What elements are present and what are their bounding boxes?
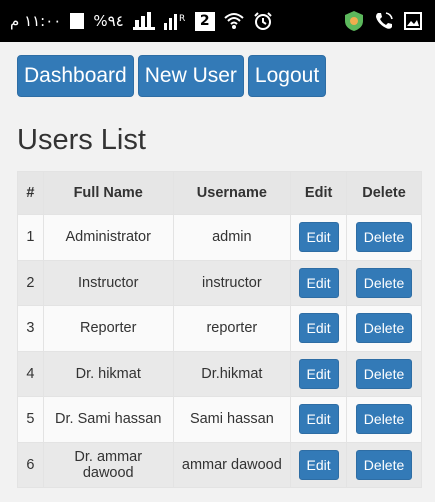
table-row: 5 Dr. Sami hassan Sami hassan Edit Delet… — [17, 396, 422, 443]
header-edit: Edit — [290, 171, 348, 215]
row-number: 3 — [17, 305, 44, 352]
dashboard-button[interactable]: Dashboard — [17, 55, 134, 97]
row-edit-cell: Edit — [290, 441, 348, 488]
row-edit-cell: Edit — [290, 305, 348, 352]
row-edit-cell: Edit — [290, 396, 348, 443]
status-bar-right — [343, 10, 423, 32]
row-full-name: Dr. Sami hassan — [42, 396, 174, 443]
edit-button[interactable]: Edit — [298, 267, 339, 298]
sim-icon: 2 — [194, 11, 215, 31]
delete-button[interactable]: Delete — [355, 358, 413, 389]
alarm-icon — [253, 11, 273, 31]
signal-bars-icon — [132, 11, 155, 31]
row-edit-cell: Edit — [290, 259, 348, 306]
svg-text:R: R — [179, 14, 185, 24]
row-delete-cell: Delete — [346, 305, 422, 352]
row-delete-cell: Delete — [346, 441, 422, 488]
row-number: 6 — [17, 441, 44, 488]
gallery-icon — [403, 11, 423, 31]
edit-button[interactable]: Edit — [298, 222, 339, 253]
row-username: reporter — [172, 305, 292, 352]
header-number: # — [17, 171, 44, 215]
row-number: 5 — [17, 396, 44, 443]
edit-button[interactable]: Edit — [298, 313, 339, 344]
row-delete-cell: Delete — [346, 350, 422, 397]
status-bar: ١١:٠٠ م %٩٤ R 2 — [0, 0, 435, 42]
row-username: ammar dawood — [172, 441, 292, 488]
row-full-name: Administrator — [42, 214, 174, 261]
edit-button[interactable]: Edit — [298, 449, 339, 480]
row-full-name: Dr. ammar dawood — [42, 441, 174, 488]
signal-bars-roaming-icon: R — [163, 11, 186, 31]
delete-button[interactable]: Delete — [355, 222, 413, 253]
row-full-name: Instructor — [42, 259, 174, 306]
edit-button[interactable]: Edit — [298, 404, 339, 435]
row-number: 2 — [17, 259, 44, 306]
header-full-name: Full Name — [42, 171, 174, 215]
battery-icon — [70, 13, 85, 29]
users-table: # Full Name Username Edit Delete 1 Admin… — [17, 171, 422, 488]
clock: ١١:٠٠ م — [10, 12, 62, 30]
delete-button[interactable]: Delete — [355, 267, 413, 298]
row-edit-cell: Edit — [290, 350, 348, 397]
table-row: 2 Instructor instructor Edit Delete — [17, 259, 422, 306]
table-row: 3 Reporter reporter Edit Delete — [17, 305, 422, 352]
row-full-name: Reporter — [42, 305, 174, 352]
battery-percent: %٩٤ — [93, 12, 124, 30]
row-delete-cell: Delete — [346, 259, 422, 306]
table-row: 4 Dr. hikmat Dr.hikmat Edit Delete — [17, 350, 422, 397]
header-delete: Delete — [346, 171, 422, 215]
table-header-row: # Full Name Username Edit Delete — [17, 171, 422, 215]
row-username: admin — [172, 214, 292, 261]
row-username: instructor — [172, 259, 292, 306]
app-shield-icon — [343, 10, 365, 32]
wifi-icon — [224, 11, 244, 31]
row-number: 1 — [17, 214, 44, 261]
phone-call-icon — [374, 11, 394, 31]
delete-button[interactable]: Delete — [355, 449, 413, 480]
table-row: 1 Administrator admin Edit Delete — [17, 214, 422, 261]
table-row: 6 Dr. ammar dawood ammar dawood Edit Del… — [17, 441, 422, 488]
row-edit-cell: Edit — [290, 214, 348, 261]
logout-button[interactable]: Logout — [247, 55, 327, 97]
row-number: 4 — [17, 350, 44, 397]
delete-button[interactable]: Delete — [355, 313, 413, 344]
new-user-button[interactable]: New User — [137, 55, 244, 97]
delete-button[interactable]: Delete — [355, 404, 413, 435]
header-username: Username — [172, 171, 292, 215]
page-title: Users List — [17, 124, 146, 156]
row-username: Dr.hikmat — [172, 350, 292, 397]
row-delete-cell: Delete — [346, 396, 422, 443]
status-bar-left: ١١:٠٠ م %٩٤ R 2 — [10, 11, 273, 31]
row-full-name: Dr. hikmat — [42, 350, 174, 397]
row-username: Sami hassan — [172, 396, 292, 443]
edit-button[interactable]: Edit — [298, 358, 339, 389]
top-nav: Dashboard New User Logout — [17, 55, 327, 97]
row-delete-cell: Delete — [346, 214, 422, 261]
